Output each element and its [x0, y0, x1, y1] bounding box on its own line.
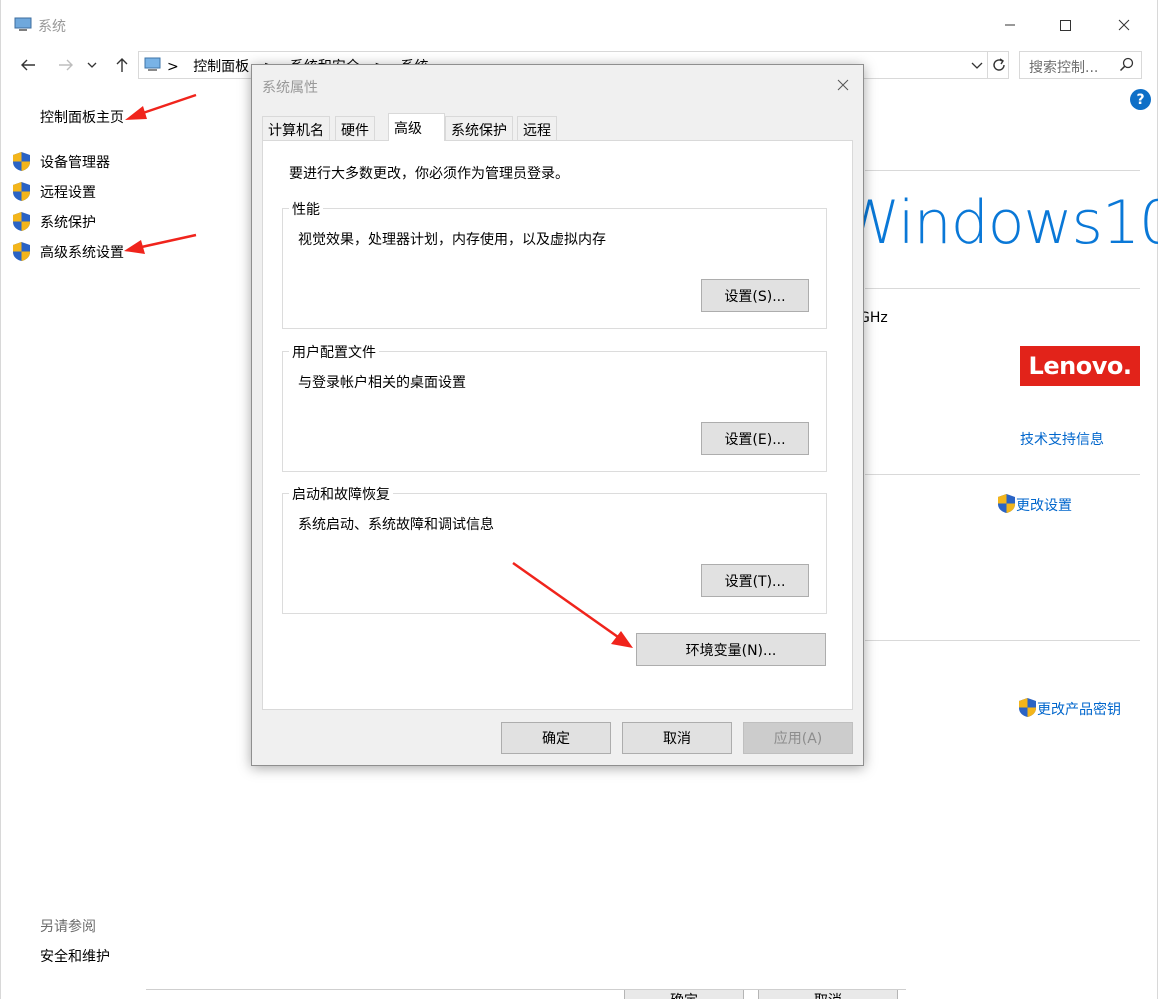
- uac-shield-icon: [13, 152, 30, 171]
- performance-group: 性能 视觉效果，处理器计划，内存使用，以及虚拟内存 设置(S)...: [282, 199, 827, 329]
- section-divider: [865, 474, 1140, 475]
- support-info-link[interactable]: 技术支持信息: [1020, 429, 1104, 449]
- group-description: 系统启动、系统故障和调试信息: [298, 517, 494, 533]
- annotation-arrow: [125, 93, 197, 120]
- ok-button[interactable]: 确定: [501, 722, 611, 754]
- sidebar-item-advanced-system-settings[interactable]: 高级系统设置: [40, 242, 124, 262]
- control-panel-home-link[interactable]: 控制面板主页: [40, 107, 124, 127]
- system-properties-dialog: 系统属性 计算机名 硬件 高级 系统保护 远程 要进行大多数更改，你必须作为管理…: [251, 64, 864, 766]
- dialog-title: 系统属性: [262, 80, 318, 96]
- title-bar[interactable]: 系统: [1, 0, 1157, 48]
- user-profiles-group: 用户配置文件 与登录帐户相关的桌面设置 设置(E)...: [282, 342, 827, 472]
- tab-hardware[interactable]: 硬件: [335, 116, 375, 140]
- sidebar-item-device-manager[interactable]: 设备管理器: [40, 152, 110, 172]
- help-icon[interactable]: ?: [1130, 89, 1151, 110]
- search-placeholder: 搜索控制...: [1029, 60, 1099, 76]
- dialog-close-button[interactable]: [828, 73, 858, 97]
- chevron-down-icon: [87, 62, 97, 68]
- background-ok-button: 确定: [624, 990, 744, 999]
- tab-system-protection[interactable]: 系统保护: [445, 116, 513, 140]
- uac-shield-icon: [13, 242, 30, 261]
- background-dialog-edge: 确定 取消: [146, 989, 906, 999]
- uac-shield-icon: [13, 182, 30, 201]
- recent-locations-button[interactable]: [83, 52, 101, 78]
- maximize-icon: [1060, 20, 1071, 31]
- control-panel-icon: [144, 57, 161, 71]
- group-description: 与登录帐户相关的桌面设置: [298, 375, 466, 391]
- up-button[interactable]: [109, 52, 135, 78]
- forward-arrow-icon: [59, 59, 73, 71]
- apply-button[interactable]: 应用(A): [743, 722, 853, 754]
- group-description: 视觉效果，处理器计划，内存使用，以及虚拟内存: [298, 232, 606, 248]
- tab-remote[interactable]: 远程: [517, 116, 557, 140]
- environment-variables-button[interactable]: 环境变量(N)...: [636, 633, 826, 666]
- close-icon: [837, 79, 849, 91]
- change-product-key-link[interactable]: 更改产品密钥: [1037, 699, 1121, 719]
- section-divider: [865, 640, 1140, 641]
- group-title: 性能: [289, 199, 323, 219]
- minimize-icon: [1005, 24, 1015, 26]
- annotation-arrow: [124, 233, 197, 254]
- search-icon: [1119, 57, 1134, 72]
- up-arrow-icon: [116, 58, 128, 72]
- user-profiles-settings-button[interactable]: 设置(E)...: [701, 422, 809, 455]
- system-computer-icon: [14, 17, 32, 31]
- background-cancel-button: 取消: [758, 990, 898, 999]
- tab-computer-name[interactable]: 计算机名: [262, 116, 330, 140]
- sidebar-item-system-protection[interactable]: 系统保护: [40, 212, 96, 232]
- sidebar-item-remote-settings[interactable]: 远程设置: [40, 182, 96, 202]
- breadcrumb-control-panel[interactable]: 控制面板: [193, 59, 249, 75]
- address-dropdown-icon[interactable]: [971, 62, 983, 70]
- back-arrow-icon: [21, 59, 35, 71]
- maximize-button[interactable]: [1042, 10, 1088, 40]
- performance-settings-button[interactable]: 设置(S)...: [701, 279, 809, 312]
- window-title: 系统: [38, 19, 66, 35]
- search-box[interactable]: 搜索控制...: [1019, 51, 1142, 79]
- see-also-heading: 另请参阅: [40, 919, 96, 935]
- back-button[interactable]: [15, 52, 41, 78]
- group-title: 用户配置文件: [289, 342, 379, 362]
- uac-shield-icon: [998, 494, 1015, 513]
- forward-button[interactable]: [53, 52, 79, 78]
- lenovo-oem-logo: Lenovo.: [1020, 346, 1140, 386]
- startup-recovery-settings-button[interactable]: 设置(T)...: [701, 564, 809, 597]
- close-icon: [1118, 19, 1130, 31]
- breadcrumb-separator: >: [167, 59, 179, 75]
- refresh-icon[interactable]: [991, 57, 1007, 73]
- group-title: 启动和故障恢复: [289, 484, 393, 504]
- windows-10-logo: Windows10: [841, 188, 1158, 258]
- startup-recovery-group: 启动和故障恢复 系统启动、系统故障和调试信息 设置(T)...: [282, 484, 827, 614]
- section-divider: [865, 170, 1140, 171]
- cancel-button[interactable]: 取消: [622, 722, 732, 754]
- close-button[interactable]: [1101, 10, 1147, 40]
- tab-advanced[interactable]: 高级: [388, 113, 445, 141]
- admin-notice: 要进行大多数更改，你必须作为管理员登录。: [289, 166, 569, 182]
- advanced-tab-panel: 要进行大多数更改，你必须作为管理员登录。 性能 视觉效果，处理器计划，内存使用，…: [262, 140, 853, 710]
- uac-shield-icon: [13, 212, 30, 231]
- security-maintenance-link[interactable]: 安全和维护: [40, 946, 110, 966]
- uac-shield-icon: [1019, 698, 1036, 717]
- address-divider: [987, 52, 988, 78]
- section-divider: [865, 288, 1140, 289]
- minimize-button[interactable]: [987, 10, 1033, 40]
- change-settings-link[interactable]: 更改设置: [1016, 495, 1072, 515]
